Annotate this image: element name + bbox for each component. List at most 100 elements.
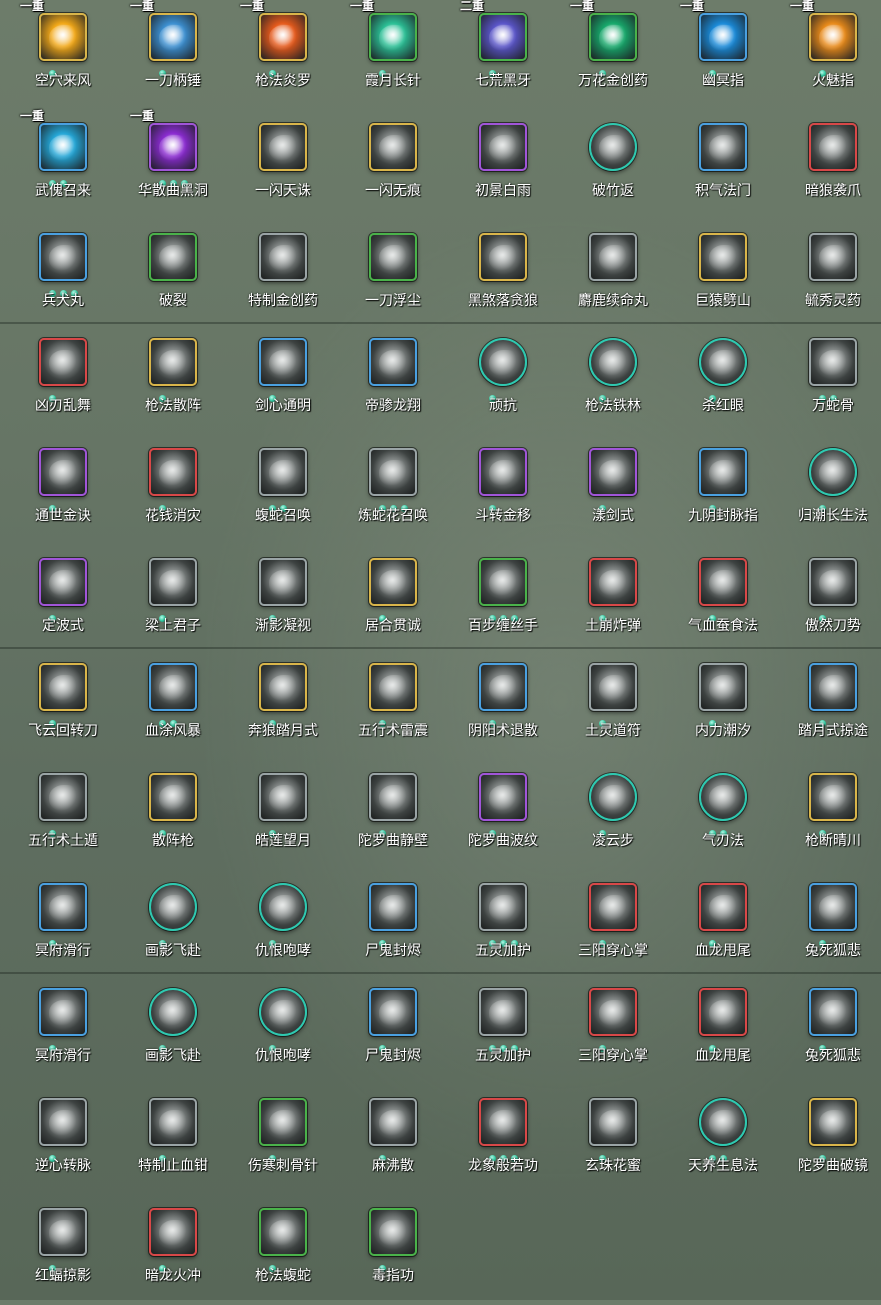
- skill-slot[interactable]: 逆心转脉: [8, 1085, 118, 1195]
- skill-icon[interactable]: [39, 883, 87, 931]
- skill-slot[interactable]: 陀罗曲波纹: [448, 760, 558, 870]
- skill-icon[interactable]: [589, 13, 637, 61]
- skill-slot[interactable]: 天养生息法: [668, 1085, 778, 1195]
- skill-slot[interactable]: 麝鹿续命丸: [558, 220, 668, 330]
- skill-icon[interactable]: [589, 883, 637, 931]
- skill-slot[interactable]: 兔死狐悲: [778, 870, 881, 980]
- skill-icon[interactable]: [39, 338, 87, 386]
- skill-icon[interactable]: [479, 663, 527, 711]
- skill-icon[interactable]: [39, 1098, 87, 1146]
- skill-icon[interactable]: [809, 1098, 857, 1146]
- skill-slot[interactable]: 尸鬼封烬: [338, 975, 448, 1085]
- skill-slot[interactable]: 暗龙火冲: [118, 1195, 228, 1305]
- skill-slot[interactable]: 踏月式掠途: [778, 650, 881, 760]
- skill-slot[interactable]: 枪法铁林: [558, 325, 668, 435]
- skill-slot[interactable]: 兵犬丸: [8, 220, 118, 330]
- skill-icon[interactable]: [699, 773, 747, 821]
- skill-icon[interactable]: [259, 1208, 307, 1256]
- skill-slot[interactable]: 一重 幽冥指: [668, 0, 778, 110]
- skill-slot[interactable]: 枪断晴川: [778, 760, 881, 870]
- skill-icon[interactable]: [589, 338, 637, 386]
- skill-icon[interactable]: [259, 13, 307, 61]
- skill-slot[interactable]: 二重 七荒黑牙: [448, 0, 558, 110]
- skill-slot[interactable]: 积气法门: [668, 110, 778, 220]
- skill-slot[interactable]: 五灵加护: [448, 870, 558, 980]
- skill-icon[interactable]: [149, 448, 197, 496]
- skill-slot[interactable]: 破裂: [118, 220, 228, 330]
- skill-slot[interactable]: 一重 火魅指: [778, 0, 881, 110]
- skill-icon[interactable]: [39, 1208, 87, 1256]
- skill-slot[interactable]: 特制金创药: [228, 220, 338, 330]
- skill-slot[interactable]: 一闪天诛: [228, 110, 338, 220]
- skill-slot[interactable]: 百步缠丝手: [448, 545, 558, 655]
- skill-icon[interactable]: [39, 13, 87, 61]
- skill-icon[interactable]: [809, 883, 857, 931]
- skill-icon[interactable]: [369, 338, 417, 386]
- skill-slot[interactable]: 五行术土遁: [8, 760, 118, 870]
- skill-slot[interactable]: 三阳穿心掌: [558, 870, 668, 980]
- skill-icon[interactable]: [479, 773, 527, 821]
- skill-slot[interactable]: 画影飞赴: [118, 975, 228, 1085]
- skill-icon[interactable]: [149, 988, 197, 1036]
- skill-slot[interactable]: 凌云步: [558, 760, 668, 870]
- skill-slot[interactable]: 帝骖龙翔: [338, 325, 448, 435]
- skill-slot[interactable]: 尸鬼封烬: [338, 870, 448, 980]
- skill-icon[interactable]: [809, 663, 857, 711]
- skill-slot[interactable]: 居合贯诚: [338, 545, 448, 655]
- skill-icon[interactable]: [39, 448, 87, 496]
- skill-slot[interactable]: 麻沸散: [338, 1085, 448, 1195]
- skill-slot[interactable]: 仇恨咆哮: [228, 870, 338, 980]
- skill-icon[interactable]: [699, 558, 747, 606]
- skill-icon[interactable]: [39, 773, 87, 821]
- skill-slot[interactable]: 红蝠掠影: [8, 1195, 118, 1305]
- skill-slot[interactable]: 一重 枪法炎罗: [228, 0, 338, 110]
- skill-icon[interactable]: [149, 1098, 197, 1146]
- skill-slot[interactable]: 巨猿劈山: [668, 220, 778, 330]
- skill-slot[interactable]: 初景白雨: [448, 110, 558, 220]
- skill-icon[interactable]: [259, 233, 307, 281]
- skill-slot[interactable]: 飞云回转刀: [8, 650, 118, 760]
- skill-icon[interactable]: [479, 448, 527, 496]
- skill-slot[interactable]: 画影飞赴: [118, 870, 228, 980]
- skill-icon[interactable]: [699, 233, 747, 281]
- skill-icon[interactable]: [699, 448, 747, 496]
- skill-slot[interactable]: 凶刃乱舞: [8, 325, 118, 435]
- skill-slot[interactable]: 归潮长生法: [778, 435, 881, 545]
- skill-icon[interactable]: [699, 988, 747, 1036]
- skill-icon[interactable]: [369, 1098, 417, 1146]
- skill-icon[interactable]: [809, 338, 857, 386]
- skill-icon[interactable]: [369, 448, 417, 496]
- skill-icon[interactable]: [699, 338, 747, 386]
- skill-icon[interactable]: [149, 1208, 197, 1256]
- skill-slot[interactable]: 暗狼袭爪: [778, 110, 881, 220]
- skill-icon[interactable]: [479, 1098, 527, 1146]
- skill-slot[interactable]: 漾剑式: [558, 435, 668, 545]
- skill-slot[interactable]: 渐影凝视: [228, 545, 338, 655]
- skill-slot[interactable]: 皓莲望月: [228, 760, 338, 870]
- skill-slot[interactable]: 一重 万花金创药: [558, 0, 668, 110]
- skill-icon[interactable]: [479, 558, 527, 606]
- skill-icon[interactable]: [589, 773, 637, 821]
- skill-icon[interactable]: [809, 123, 857, 171]
- skill-icon[interactable]: [479, 883, 527, 931]
- skill-icon[interactable]: [809, 233, 857, 281]
- skill-slot[interactable]: 陀罗曲破镜: [778, 1085, 881, 1195]
- skill-icon[interactable]: [809, 988, 857, 1036]
- skill-slot[interactable]: 剑心通明: [228, 325, 338, 435]
- skill-icon[interactable]: [589, 233, 637, 281]
- skill-slot[interactable]: 定波式: [8, 545, 118, 655]
- skill-icon[interactable]: [149, 233, 197, 281]
- skill-icon[interactable]: [699, 13, 747, 61]
- skill-slot[interactable]: 土崩炸弹: [558, 545, 668, 655]
- skill-icon[interactable]: [369, 988, 417, 1036]
- skill-icon[interactable]: [809, 13, 857, 61]
- skill-slot[interactable]: 三阳穿心掌: [558, 975, 668, 1085]
- skill-icon[interactable]: [259, 558, 307, 606]
- skill-icon[interactable]: [39, 558, 87, 606]
- skill-icon[interactable]: [149, 663, 197, 711]
- skill-slot[interactable]: 一闪无痕: [338, 110, 448, 220]
- skill-icon[interactable]: [699, 123, 747, 171]
- skill-slot[interactable]: 冥府滑行: [8, 975, 118, 1085]
- skill-icon[interactable]: [479, 233, 527, 281]
- skill-slot[interactable]: 斗转金移: [448, 435, 558, 545]
